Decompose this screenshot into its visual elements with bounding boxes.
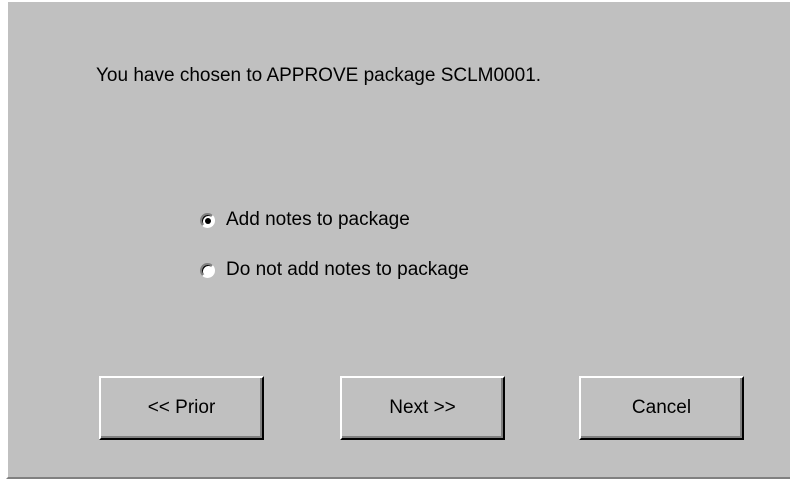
no-notes-radio-option[interactable]: Do not add notes to package xyxy=(200,259,469,281)
radio-unselected-icon[interactable] xyxy=(200,262,215,278)
prior-button[interactable]: << Prior xyxy=(99,376,264,440)
no-notes-label: Do not add notes to package xyxy=(226,259,469,280)
cancel-button[interactable]: Cancel xyxy=(579,376,744,440)
dialog-message: You have chosen to APPROVE package SCLM0… xyxy=(96,65,542,86)
radio-selected-icon[interactable] xyxy=(200,212,215,228)
approve-package-dialog: You have chosen to APPROVE package SCLM0… xyxy=(6,0,790,479)
add-notes-label: Add notes to package xyxy=(226,209,410,230)
next-button[interactable]: Next >> xyxy=(340,376,505,440)
add-notes-radio-option[interactable]: Add notes to package xyxy=(200,209,410,231)
